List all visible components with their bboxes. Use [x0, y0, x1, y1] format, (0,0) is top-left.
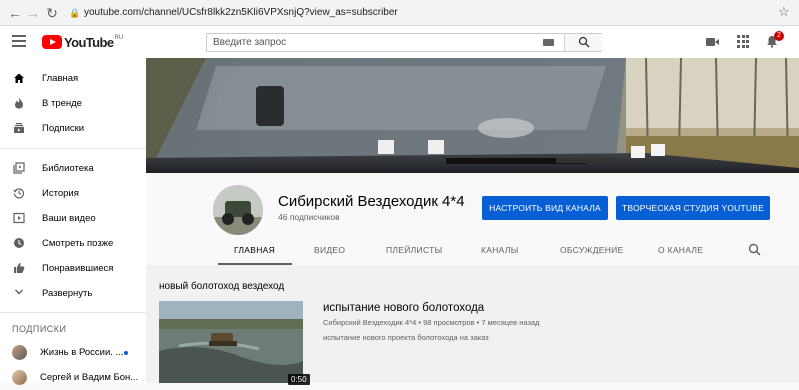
subscription-label: Сергей и Вадим Бон... [40, 372, 139, 383]
sidebar-subscription-item[interactable]: Жизнь в России. ... [0, 340, 146, 365]
banner-image [146, 58, 799, 173]
sidebar-item-label: Понравившиеся [42, 263, 114, 274]
sidebar-item-label: Развернуть [42, 288, 93, 299]
channel-name: Сибирский Вездеходик 4*4 [278, 193, 465, 210]
tab-videos[interactable]: ВИДЕО [314, 245, 345, 255]
video-title[interactable]: испытание нового болотохода [323, 302, 484, 314]
sidebar-item-liked[interactable]: Понравившиеся [0, 256, 146, 281]
sidebar-item-library[interactable]: Библиотека [0, 156, 146, 181]
your-videos-icon [12, 212, 26, 226]
create-video-icon[interactable] [706, 35, 720, 49]
sidebar-item-label: Подписки [42, 123, 85, 134]
logo-text: YouTube [64, 34, 114, 50]
channel-banner [146, 58, 799, 173]
sidebar-item-label: Ваши видео [42, 213, 96, 224]
search-input[interactable] [207, 34, 564, 51]
sidebar-item-label: Главная [42, 73, 79, 84]
youtube-logo[interactable]: YouTube RU [42, 34, 123, 50]
channel-avatar-image [213, 185, 263, 235]
shelf-title[interactable]: новый болотоход вездеход [159, 281, 284, 292]
lock-icon: 🔒 [69, 8, 81, 18]
thumbs-up-icon [12, 262, 26, 276]
sidebar-item-label: История [42, 188, 79, 199]
tab-about[interactable]: О КАНАЛЕ [658, 245, 703, 255]
tab-home[interactable]: ГЛАВНАЯ [234, 245, 275, 255]
channel-header: Сибирский Вездеходик 4*4 46 подписчиков … [146, 173, 799, 265]
avatar [12, 345, 27, 360]
video-duration: 0:50 [288, 374, 310, 385]
thumbnail-image [159, 301, 303, 383]
sidebar-item-label: Библиотека [42, 163, 94, 174]
keyboard-icon[interactable] [543, 39, 554, 46]
back-arrow-icon[interactable]: ← [6, 4, 24, 22]
sidebar-item-home[interactable]: Главная [0, 66, 146, 91]
sidebar-item-label: В тренде [42, 98, 82, 109]
sidebar-item-subscriptions[interactable]: Подписки [0, 116, 146, 141]
video-description: испытание нового проекта болотохода на з… [323, 333, 489, 342]
browser-toolbar: ← → ↻ 🔒 youtube.com/channel/UCsfr8lkk2zn… [0, 0, 799, 26]
address-bar[interactable]: 🔒 youtube.com/channel/UCsfr8lkk2zn5Kli6V… [64, 3, 772, 23]
sidebar-item-your-videos[interactable]: Ваши видео [0, 206, 146, 231]
notification-badge: 2 [774, 31, 784, 41]
channel-content: новый болотоход вездеход 0:50 испытание … [146, 265, 799, 385]
youtube-header: YouTube RU [0, 26, 799, 58]
home-icon [12, 72, 26, 86]
search-icon [578, 36, 589, 48]
forward-arrow-icon[interactable]: → [24, 4, 42, 22]
youtube-play-icon [42, 35, 62, 49]
sidebar: Главная В тренде Подписки Библиотека Ист… [0, 58, 146, 385]
video-thumbnail[interactable] [159, 301, 303, 383]
sidebar-item-expand[interactable]: Развернуть [0, 281, 146, 306]
search-box [206, 33, 602, 52]
clock-icon [12, 237, 26, 251]
tab-playlists[interactable]: ПЛЕЙЛИСТЫ [386, 245, 442, 255]
logo-region: RU [114, 35, 124, 41]
divider [0, 312, 146, 313]
history-icon [12, 187, 26, 201]
youtube-studio-button[interactable]: ТВОРЧЕСКАЯ СТУДИЯ YOUTUBE [616, 196, 770, 220]
sidebar-item-label: Смотреть позже [42, 238, 114, 249]
url-text: youtube.com/channel/UCsfr8lkk2zn5Kli6VPX… [84, 7, 398, 18]
video-metadata: Сибирский Вездеходик 4*4 • 98 просмотров… [323, 318, 540, 327]
tab-discussion[interactable]: ОБСУЖДЕНИЕ [560, 245, 624, 255]
subscriber-count: 46 подписчиков [278, 212, 340, 222]
subscriptions-icon [12, 122, 26, 136]
new-content-dot [124, 351, 128, 355]
search-icon[interactable] [748, 243, 762, 257]
star-icon[interactable]: ☆ [778, 4, 790, 20]
subscription-label: Жизнь в России. ... [40, 347, 124, 358]
sidebar-item-watch-later[interactable]: Смотреть позже [0, 231, 146, 256]
menu-icon[interactable] [12, 35, 26, 47]
flame-icon [12, 97, 26, 111]
apps-grid-icon[interactable] [737, 35, 751, 49]
customize-channel-button[interactable]: НАСТРОИТЬ ВИД КАНАЛА [482, 196, 608, 220]
sidebar-item-history[interactable]: История [0, 181, 146, 206]
divider [0, 148, 146, 149]
channel-avatar[interactable] [213, 185, 263, 235]
sidebar-item-trending[interactable]: В тренде [0, 91, 146, 116]
tab-channels[interactable]: КАНАЛЫ [481, 245, 519, 255]
subscriptions-heading: ПОДПИСКИ [12, 324, 67, 334]
sidebar-subscription-item[interactable]: Сергей и Вадим Бон... [0, 365, 146, 390]
reload-icon[interactable]: ↻ [43, 4, 61, 22]
chevron-down-icon [12, 287, 26, 301]
search-button[interactable] [564, 34, 602, 51]
library-icon [12, 162, 26, 176]
